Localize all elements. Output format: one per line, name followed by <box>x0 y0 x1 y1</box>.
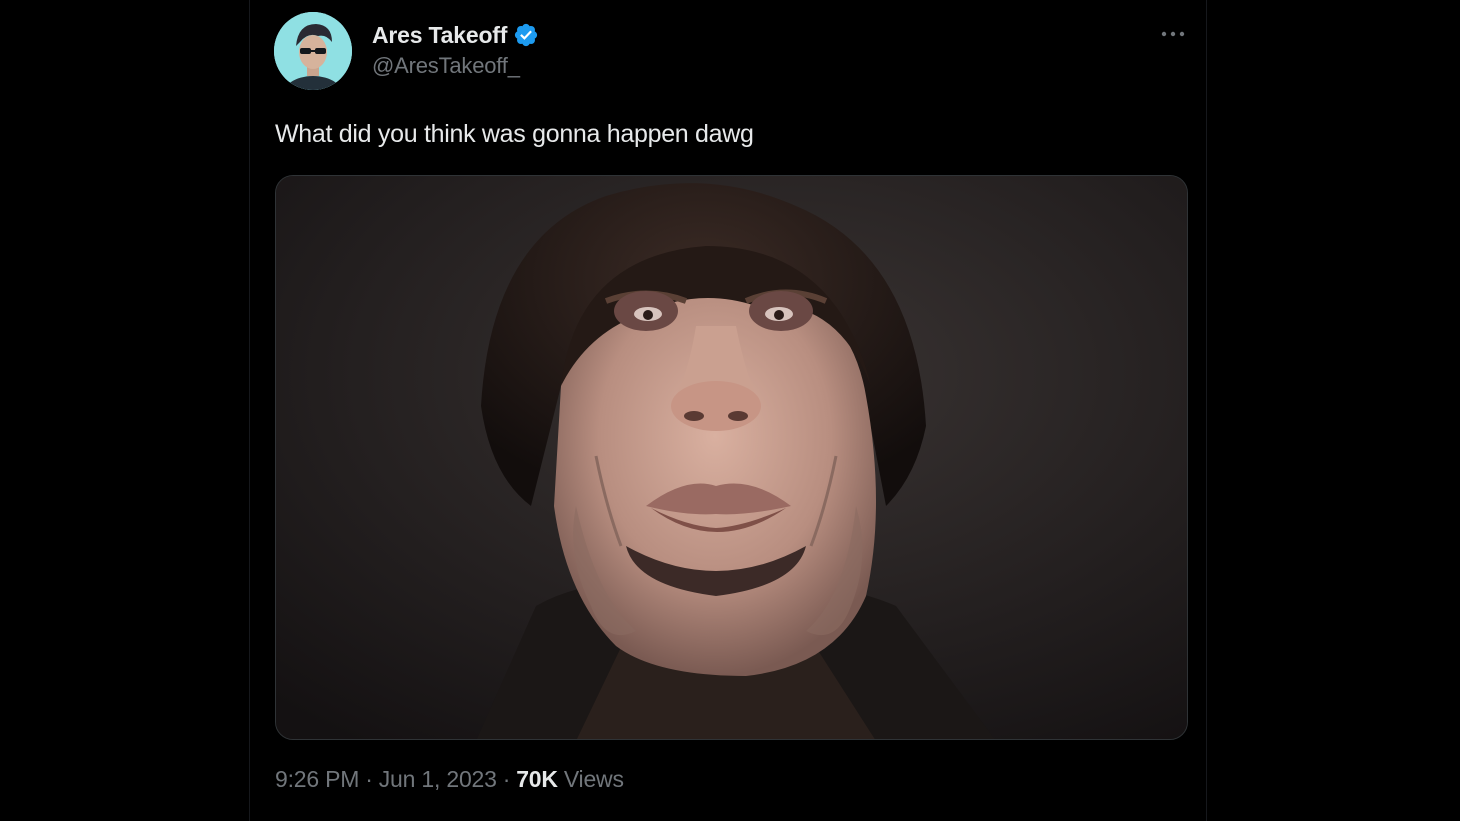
meta-separator: · <box>365 766 373 792</box>
views-label: Views <box>563 766 624 792</box>
tweet-text: What did you think was gonna happen dawg <box>275 120 754 148</box>
tweet-date[interactable]: Jun 1, 2023 <box>379 766 497 793</box>
verified-badge-icon <box>513 22 539 48</box>
tweet-screenshot: Ares Takeoff @AresTakeoff_ What did you … <box>0 0 1460 821</box>
meta-separator: · <box>502 766 511 792</box>
author-name[interactable]: Ares Takeoff <box>372 22 507 49</box>
more-dots-icon <box>1161 31 1185 37</box>
author-name-row[interactable]: Ares Takeoff <box>372 20 539 50</box>
more-options-button[interactable] <box>1156 22 1190 46</box>
author-avatar[interactable] <box>274 12 352 90</box>
tweet-media[interactable] <box>275 175 1188 740</box>
author-handle[interactable]: @AresTakeoff_ <box>372 53 520 79</box>
views-count[interactable]: 70K <box>516 766 558 793</box>
avatar-image <box>274 12 352 90</box>
tweet-time[interactable]: 9:26 PM <box>275 766 359 793</box>
tweet-meta: 9:26 PM · Jun 1, 2023 · 70K Views <box>275 766 624 793</box>
caricature-image <box>276 176 1187 739</box>
